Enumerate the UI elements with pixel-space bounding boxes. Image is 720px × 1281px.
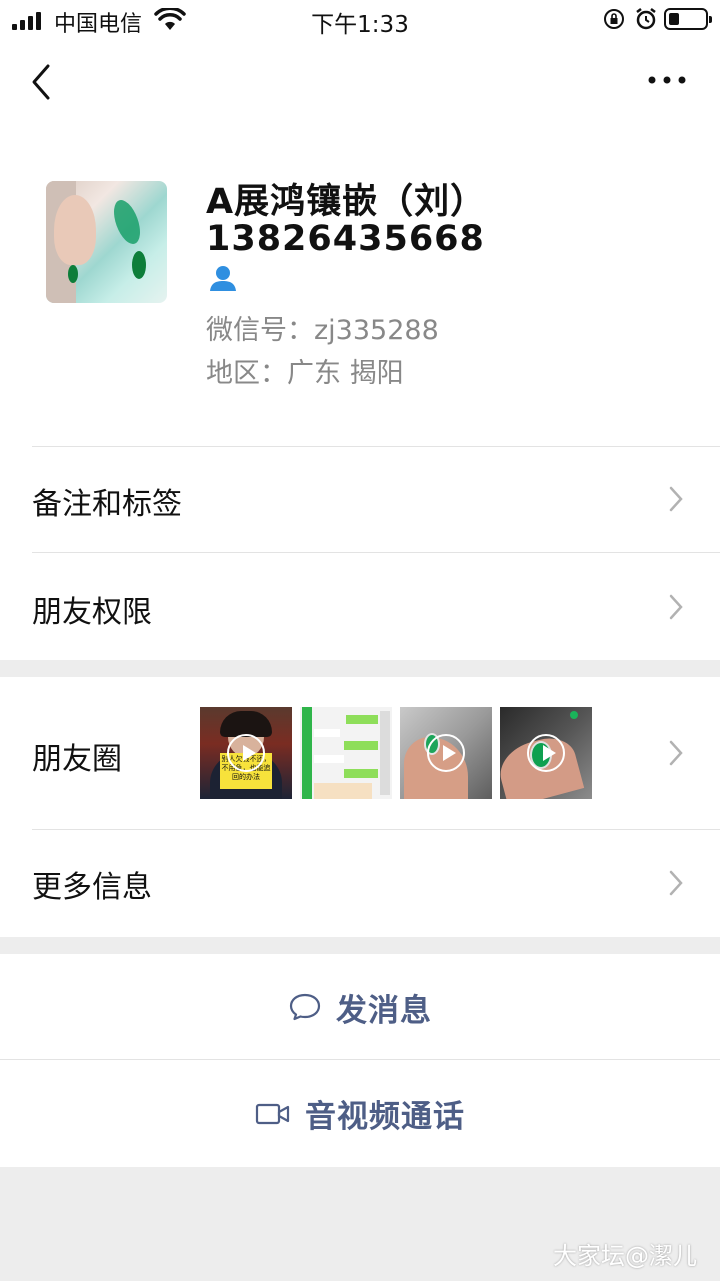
play-icon [527,734,565,772]
chevron-right-icon [669,740,683,766]
friend-permissions-label: 朋友权限 [32,595,152,630]
chevron-right-icon [669,594,683,620]
moments-thumbnails: 别人欠钱不还，不用急，也能追回的办法 [200,707,592,799]
chat-bubble-icon [289,993,321,1021]
wechat-id: 微信号：zj335288 [206,315,439,346]
back-chevron-icon[interactable] [28,62,56,102]
chevron-right-icon [669,870,683,896]
more-dots-icon[interactable] [646,70,688,90]
video-camera-icon [255,1103,290,1124]
alarm-icon [636,8,656,30]
send-message-label: 发消息 [336,992,432,1029]
moments-label: 朋友圈 [32,742,122,777]
orientation-lock-icon [604,9,624,29]
battery-icon [664,8,712,30]
nav-bar [0,40,720,130]
play-icon [427,734,465,772]
av-call-button[interactable]: 音视频通话 [0,1060,720,1167]
av-call-label: 音视频通话 [305,1099,465,1135]
profile-header: A展鸿镶嵌（刘） 13826435668 微信号：zj335288 地区：广东 … [0,130,720,446]
friend-permissions-cell[interactable]: 朋友权限 [0,552,720,660]
moments-thumb[interactable] [500,707,592,799]
more-info-cell[interactable]: 更多信息 [0,829,720,937]
moments-cell[interactable]: 朋友圈 别人欠钱不还，不用急，也能追回的办法 [0,677,720,829]
status-bar: 中国电信 下午1:33 [0,0,720,40]
remarks-tags-cell[interactable]: 备注和标签 [0,446,720,552]
watermark: 大家坛@潔儿 [553,1242,697,1270]
remarks-tags-label: 备注和标签 [32,487,182,522]
more-info-label: 更多信息 [32,870,152,905]
play-icon [227,734,265,772]
contact-name: A展鸿镶嵌（刘） [206,182,487,222]
moments-thumb[interactable] [400,707,492,799]
send-message-button[interactable]: 发消息 [0,954,720,1060]
region: 地区：广东 揭阳 [206,358,404,389]
chevron-right-icon [669,486,683,512]
person-icon [210,266,236,291]
avatar[interactable] [46,181,167,303]
moments-thumb[interactable]: 别人欠钱不还，不用急，也能追回的办法 [200,707,292,799]
moments-thumb[interactable] [300,707,392,799]
contact-phone: 13826435668 [206,219,485,259]
